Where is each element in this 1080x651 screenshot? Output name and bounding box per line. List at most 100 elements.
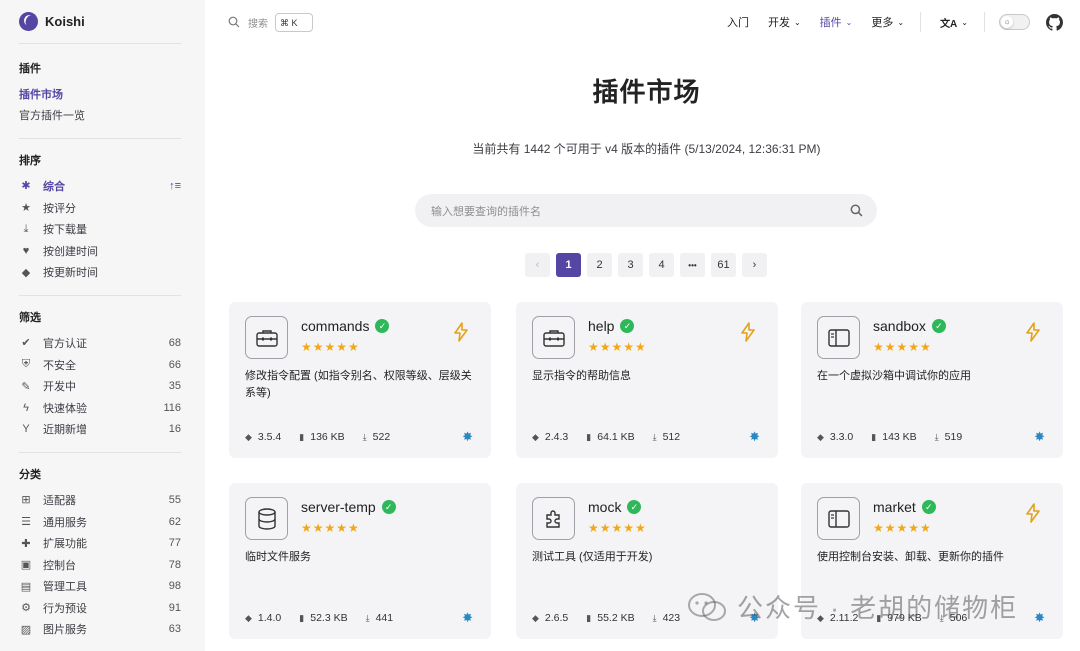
- plugin-name[interactable]: commands ✓: [301, 318, 390, 334]
- shield-icon: ⛨: [21, 358, 31, 371]
- page-button[interactable]: 4: [649, 253, 674, 277]
- sidebar-section-sort: 排序 ✱ 综合 ↑≡ ★ 按评分 ⤓ 按下载量 ♥ 按创建时间 ◆ 按更新时间: [19, 152, 181, 297]
- sidebar-item-plugin-market[interactable]: 插件市场: [19, 83, 181, 105]
- version: ◆ 2.4.3: [532, 431, 569, 443]
- nav-item-start[interactable]: 入门: [727, 14, 749, 30]
- page-ellipsis-button[interactable]: •••: [680, 253, 705, 277]
- category-item-manage[interactable]: ▤ 管理工具 98: [19, 576, 181, 598]
- rating-stars: ★★★★★: [301, 340, 360, 354]
- filter-item-dev[interactable]: ✎ 开发中 35: [19, 375, 181, 397]
- rating-stars: ★★★★★: [301, 521, 360, 535]
- window-icon: ▣: [20, 559, 32, 572]
- koishi-star-icon[interactable]: ✸: [462, 610, 473, 626]
- nav-item-more[interactable]: 更多 ⌄: [871, 14, 904, 30]
- version: ◆ 1.4.0: [245, 612, 282, 624]
- download-count: ⤓ 512: [652, 431, 681, 443]
- verified-icon: ✓: [375, 319, 390, 333]
- plugin-search-input[interactable]: 输入想要查询的插件名: [415, 194, 877, 227]
- search-icon: [228, 16, 240, 28]
- version: ◆ 2.6.5: [532, 612, 569, 624]
- category-item-service[interactable]: ☰ 通用服务 62: [19, 511, 181, 533]
- brand[interactable]: Koishi: [19, 0, 181, 44]
- plugin-card[interactable]: server-temp ✓ ★★★★★ 临时文件服务 ◆ 1.4.0 ▮ 52.3 KB ⤓ 44…: [229, 483, 491, 639]
- package-size: ▮ 143 KB: [871, 431, 917, 443]
- section-title: 分类: [19, 469, 41, 482]
- rating-stars: ★★★★★: [873, 521, 932, 535]
- koishi-star-icon[interactable]: ✸: [1034, 429, 1045, 445]
- plugin-description: 修改指令配置 (如指令别名、权限等级、层级关系等): [245, 370, 472, 399]
- plugin-name[interactable]: sandbox ✓: [873, 318, 946, 334]
- plugin-name[interactable]: market ✓: [873, 499, 936, 515]
- download-icon: ⤓: [652, 612, 657, 623]
- top-nav: 搜索 ⌘ K 入门 开发 ⌄ 插件 ⌄ 更多 ⌄ 文A ⌄ ☼: [205, 0, 1080, 44]
- nav-menu: 入门 开发 ⌄ 插件 ⌄ 更多 ⌄ 文A ⌄ ☼: [708, 12, 1063, 32]
- next-page-button[interactable]: ›: [742, 253, 767, 277]
- filter-item-new[interactable]: Y 近期新增 16: [19, 419, 181, 441]
- plugin-card[interactable]: help ✓ ★★★★★ 显示指令的帮助信息 ◆ 2.4.3 ▮ 64.1 KB ⤓ 512 ✸: [516, 302, 778, 458]
- theme-toggle[interactable]: ☼: [999, 14, 1030, 30]
- verified-icon: ✓: [931, 319, 946, 333]
- sort-order-toggle-icon[interactable]: ↑≡: [169, 180, 181, 192]
- sidebar-section-filter: 筛选 ✔ 官方认证 68 ⛨ 不安全 66 ✎ 开发中 35 ϟ 快速体验 116 Y 近期新增 1…: [19, 309, 181, 454]
- page-button[interactable]: 3: [618, 253, 643, 277]
- download-icon: ⤓: [652, 431, 657, 442]
- sort-item-downloads[interactable]: ⤓ 按下载量: [19, 218, 181, 240]
- koishi-star-icon[interactable]: ✸: [462, 429, 473, 445]
- server-icon: ☰: [21, 516, 31, 529]
- tag-icon: ◆: [245, 612, 252, 623]
- plugin-meta: ◆ 3.5.4 ▮ 136 KB ⤓ 522 ✸: [245, 429, 473, 445]
- plugin-description: 测试工具 (仅适用于开发): [532, 551, 653, 563]
- github-icon[interactable]: [1046, 13, 1063, 31]
- plugin-name[interactable]: mock ✓: [588, 499, 642, 515]
- download-icon: ⤓: [23, 222, 29, 235]
- category-item-console[interactable]: ▣ 控制台 78: [19, 554, 181, 576]
- plugin-name[interactable]: help ✓: [588, 318, 635, 334]
- version: ◆ 3.5.4: [245, 431, 282, 443]
- sidebar-item-official-plugins[interactable]: 官方插件一览: [19, 105, 181, 127]
- search-placeholder: 输入想要查询的插件名: [431, 205, 541, 218]
- category-item-preset[interactable]: ⚙ 行为预设 91: [19, 597, 181, 619]
- sort-item-rating[interactable]: ★ 按评分: [19, 197, 181, 219]
- toolbox-icon: [532, 316, 575, 359]
- bolt-icon: [453, 322, 469, 347]
- prev-page-button[interactable]: ‹: [525, 253, 550, 277]
- sort-item-overall[interactable]: ✱ 综合 ↑≡: [19, 175, 181, 197]
- wrench-icon: ✎: [21, 380, 31, 393]
- filter-item-quick[interactable]: ϟ 快速体验 116: [19, 397, 181, 419]
- nav-item-plugins[interactable]: 插件 ⌄: [820, 14, 853, 30]
- seedling-icon: Y: [22, 423, 30, 436]
- download-count: ⤓ 522: [362, 431, 391, 443]
- verified-icon: ✓: [620, 319, 635, 333]
- download-count: ⤓ 441: [365, 612, 394, 624]
- asterisk-icon: ✱: [21, 180, 31, 193]
- filter-item-verified[interactable]: ✔ 官方认证 68: [19, 332, 181, 354]
- wechat-logo-icon: [688, 592, 726, 621]
- download-count: ⤓ 519: [934, 431, 963, 443]
- language-switch[interactable]: 文A ⌄: [940, 15, 968, 30]
- verified-icon: ✓: [381, 500, 396, 514]
- plugin-meta: ◆ 1.4.0 ▮ 52.3 KB ⤓ 441 ✸: [245, 610, 473, 626]
- page-button[interactable]: 2: [587, 253, 612, 277]
- plugin-card[interactable]: commands ✓ ★★★★★ 修改指令配置 (如指令别名、权限等级、层级关系等) ◆…: [229, 302, 491, 458]
- brand-name: Koishi: [45, 14, 85, 29]
- sort-item-created[interactable]: ♥ 按创建时间: [19, 240, 181, 262]
- nav-item-develop[interactable]: 开发 ⌄: [768, 14, 801, 30]
- sitemap-icon: ⊞: [21, 494, 31, 507]
- section-title: 插件: [19, 63, 41, 75]
- search-trigger[interactable]: 搜索 ⌘ K: [228, 12, 313, 32]
- page-button[interactable]: 61: [711, 253, 736, 277]
- puzzle-icon: [532, 497, 575, 540]
- category-item-image[interactable]: ▨ 图片服务 63: [19, 619, 181, 641]
- filter-item-insecure[interactable]: ⛨ 不安全 66: [19, 354, 181, 376]
- plugin-name[interactable]: server-temp ✓: [301, 499, 396, 515]
- tag-icon: ◆: [532, 431, 539, 442]
- category-item-adapter[interactable]: ⊞ 适配器 55: [19, 489, 181, 511]
- search-icon: [850, 204, 863, 217]
- plugin-card[interactable]: sandbox ✓ ★★★★★ 在一个虚拟沙箱中调试你的应用 ◆ 3.3.0 ▮ 143 KB…: [801, 302, 1063, 458]
- search-shortcut: ⌘ K: [275, 12, 313, 32]
- sort-item-updated[interactable]: ◆ 按更新时间: [19, 262, 181, 284]
- file-icon: ▮: [299, 431, 305, 442]
- koishi-star-icon[interactable]: ✸: [749, 429, 760, 445]
- page-button[interactable]: 1: [556, 253, 581, 277]
- category-item-extension[interactable]: ✚ 扩展功能 77: [19, 532, 181, 554]
